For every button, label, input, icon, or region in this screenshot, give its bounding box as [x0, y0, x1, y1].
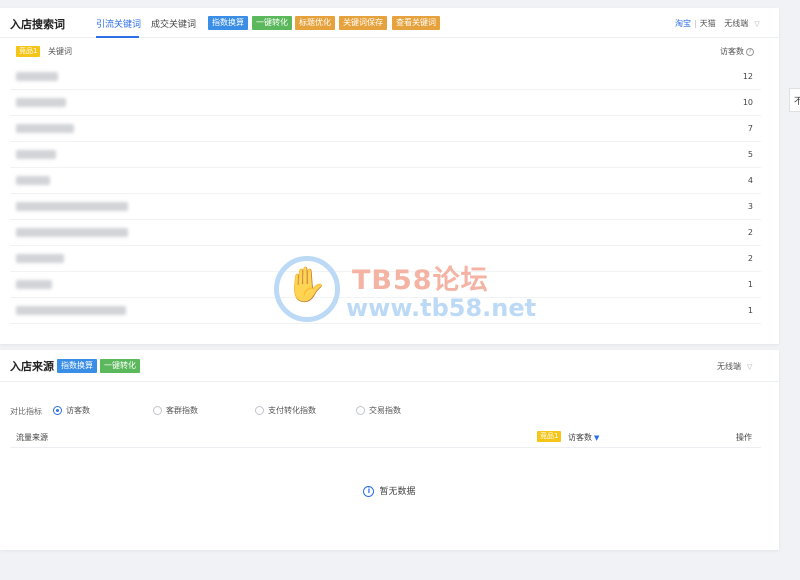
- platform-device-filter: 淘宝 | 天猫 无线端 ▽: [675, 18, 760, 29]
- visits-cell: 10: [742, 98, 753, 107]
- empty-text: 暂无数据: [379, 487, 416, 497]
- radio-icon: [255, 405, 264, 415]
- visits-cell: 7: [747, 124, 753, 133]
- active-tab-indicator: [96, 36, 139, 38]
- column-visits-label: 访客数: [720, 47, 744, 56]
- keyword-cell-blurred: [16, 176, 50, 185]
- keyword-cell-blurred: [16, 202, 128, 211]
- source-panel-header: 入店来源 指数换算 一键转化 无线端 ▽: [0, 350, 779, 382]
- source-panel: 入店来源 指数换算 一键转化 无线端 ▽ 对比指标 访客数 客群指数 支付转化指数…: [0, 350, 779, 550]
- source-device-select[interactable]: 无线端 ▽: [717, 361, 752, 372]
- visits-cell: 1: [747, 306, 753, 315]
- keyword-cell-blurred: [16, 306, 126, 315]
- tab-traffic-keywords[interactable]: 引流关键词: [96, 17, 141, 30]
- metric-radio-visits[interactable]: 访客数: [53, 404, 90, 416]
- visits-cell: 4: [747, 176, 753, 185]
- info-icon: i: [363, 486, 375, 497]
- index-convert-button[interactable]: 指数换算: [208, 16, 248, 30]
- table-row: 1: [10, 272, 761, 298]
- device-select-value: 无线端: [724, 19, 749, 28]
- empty-state: i 暂无数据: [0, 484, 779, 497]
- radio-icon: [153, 405, 162, 415]
- source-one-click-convert-button[interactable]: 一键转化: [100, 359, 140, 373]
- radio-icon: [356, 405, 365, 415]
- device-select[interactable]: 无线端 ▽: [724, 19, 759, 28]
- keyword-panel-header: 入店搜索词 引流关键词 成交关键词 指数换算 一键转化 标题优化 关键词保存 查…: [0, 8, 779, 38]
- table-row: 10: [10, 90, 761, 116]
- table-row: 5: [10, 142, 761, 168]
- save-keywords-button[interactable]: 关键词保存: [339, 16, 387, 30]
- view-keywords-button[interactable]: 查看关键词: [392, 16, 440, 30]
- source-table-header: 流量来源 竞品1 访客数 ▼ 操作: [10, 428, 761, 448]
- metric-label: 支付转化指数: [268, 405, 316, 415]
- chevron-down-icon: ▽: [754, 20, 760, 28]
- keyword-panel-title: 入店搜索词: [10, 18, 65, 31]
- one-click-convert-button[interactable]: 一键转化: [252, 16, 292, 30]
- keyword-cell-blurred: [16, 228, 128, 237]
- competitor-badge: 竞品1: [16, 46, 41, 57]
- visits-cell: 2: [747, 228, 753, 237]
- keyword-cell-blurred: [16, 98, 66, 107]
- metric-radio-customer-index[interactable]: 客群指数: [153, 404, 198, 416]
- metric-label: 交易指数: [369, 405, 401, 415]
- source-competitor-badge: 竞品1: [537, 431, 562, 442]
- metric-label: 客群指数: [166, 405, 198, 415]
- platform-taobao[interactable]: 淘宝: [675, 19, 691, 28]
- tab-deal-keywords[interactable]: 成交关键词: [151, 17, 196, 30]
- platform-separator: |: [694, 19, 697, 28]
- metric-radio-trade-index[interactable]: 交易指数: [356, 404, 401, 416]
- sort-desc-icon: ▼: [594, 434, 600, 442]
- table-row: 3: [10, 194, 761, 220]
- visits-cell: 2: [747, 254, 753, 263]
- table-row: 2: [10, 246, 761, 272]
- help-icon[interactable]: ?: [746, 47, 754, 56]
- column-action: 操作: [736, 433, 752, 442]
- keyword-cell-blurred: [16, 124, 74, 133]
- visits-cell: 3: [747, 202, 753, 211]
- visits-cell: 5: [747, 150, 753, 159]
- column-source-visits[interactable]: 访客数 ▼: [568, 432, 599, 443]
- column-source-visits-label: 访客数: [568, 433, 592, 442]
- column-keyword: 关键词: [48, 47, 72, 56]
- platform-tmall[interactable]: 天猫: [700, 19, 716, 28]
- table-row: 1: [10, 298, 761, 324]
- keyword-panel: 入店搜索词 引流关键词 成交关键词 指数换算 一键转化 标题优化 关键词保存 查…: [0, 8, 779, 344]
- table-row: 4: [10, 168, 761, 194]
- column-source: 流量来源: [16, 433, 48, 442]
- compare-label: 对比指标: [10, 407, 42, 416]
- radio-checked-icon: [53, 405, 62, 415]
- source-index-convert-button[interactable]: 指数换算: [57, 359, 97, 373]
- table-row: 7: [10, 116, 761, 142]
- visits-cell: 1: [747, 280, 753, 289]
- visits-cell: 12: [742, 72, 753, 81]
- chevron-down-icon: ▽: [747, 363, 753, 371]
- metric-radio-pay-conversion-index[interactable]: 支付转化指数: [255, 404, 316, 416]
- compare-metric-group: 对比指标 访客数 客群指数 支付转化指数 交易指数: [10, 404, 779, 418]
- table-row: 12: [10, 64, 761, 90]
- title-optimize-button[interactable]: 标题优化: [295, 16, 335, 30]
- keyword-cell-blurred: [16, 72, 58, 81]
- source-panel-title: 入店来源: [10, 360, 54, 373]
- keyword-cell-blurred: [16, 280, 52, 289]
- keyword-cell-blurred: [16, 254, 64, 263]
- column-visits: 访客数?: [720, 46, 754, 57]
- metric-label: 访客数: [66, 405, 90, 415]
- side-floating-tab[interactable]: 不: [789, 88, 800, 112]
- keyword-cell-blurred: [16, 150, 56, 159]
- source-device-select-value: 无线端: [717, 362, 741, 371]
- table-row: 2: [10, 220, 761, 246]
